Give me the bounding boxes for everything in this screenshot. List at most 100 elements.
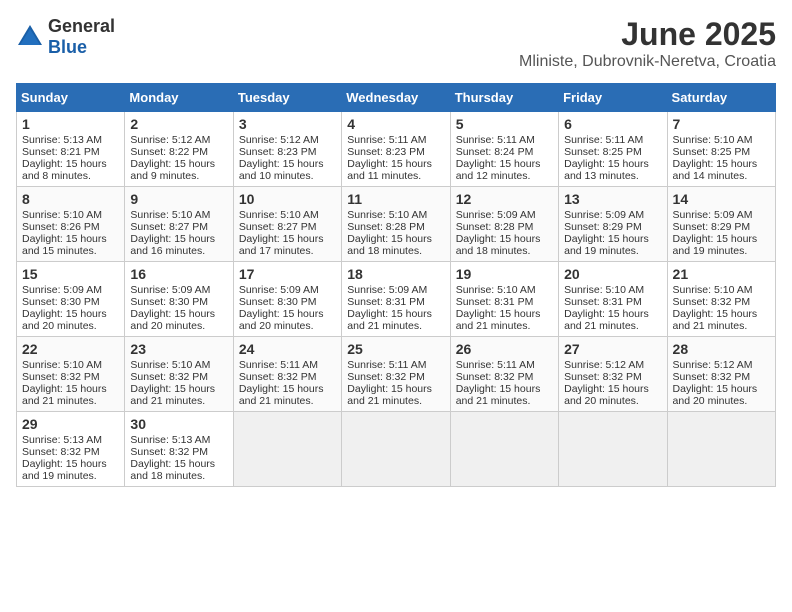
calendar-cell: 1Sunrise: 5:13 AMSunset: 8:21 PMDaylight… xyxy=(17,112,125,187)
day-number: 21 xyxy=(673,266,770,282)
daylight-text: Daylight: 15 hours and 13 minutes. xyxy=(564,158,649,182)
daylight-text: Daylight: 15 hours and 21 minutes. xyxy=(673,308,758,332)
daylight-text: Daylight: 15 hours and 21 minutes. xyxy=(347,308,432,332)
header: General Blue June 2025 Mliniste, Dubrovn… xyxy=(16,16,776,71)
sunrise-text: Sunrise: 5:10 AM xyxy=(22,359,102,371)
calendar-cell: 24Sunrise: 5:11 AMSunset: 8:32 PMDayligh… xyxy=(233,337,341,412)
daylight-text: Daylight: 15 hours and 21 minutes. xyxy=(564,308,649,332)
day-number: 14 xyxy=(673,191,770,207)
day-number: 29 xyxy=(22,416,119,432)
sunset-text: Sunset: 8:32 PM xyxy=(22,371,100,383)
sunset-text: Sunset: 8:29 PM xyxy=(673,221,751,233)
sunset-text: Sunset: 8:32 PM xyxy=(130,446,208,458)
daylight-text: Daylight: 15 hours and 15 minutes. xyxy=(22,233,107,257)
calendar-cell xyxy=(450,412,558,487)
sunset-text: Sunset: 8:22 PM xyxy=(130,146,208,158)
daylight-text: Daylight: 15 hours and 18 minutes. xyxy=(456,233,541,257)
header-cell-monday: Monday xyxy=(125,84,233,112)
day-number: 18 xyxy=(347,266,444,282)
daylight-text: Daylight: 15 hours and 21 minutes. xyxy=(456,308,541,332)
sunset-text: Sunset: 8:32 PM xyxy=(22,446,100,458)
day-number: 1 xyxy=(22,116,119,132)
day-number: 6 xyxy=(564,116,661,132)
sunset-text: Sunset: 8:32 PM xyxy=(564,371,642,383)
sunrise-text: Sunrise: 5:10 AM xyxy=(22,209,102,221)
day-number: 25 xyxy=(347,341,444,357)
day-number: 19 xyxy=(456,266,553,282)
header-row: SundayMondayTuesdayWednesdayThursdayFrid… xyxy=(17,84,776,112)
header-cell-sunday: Sunday xyxy=(17,84,125,112)
daylight-text: Daylight: 15 hours and 19 minutes. xyxy=(22,458,107,482)
calendar-cell: 12 Sunrise: 5:09 AMSunset: 8:28 PMDayligh… xyxy=(450,187,558,262)
sunset-text: Sunset: 8:26 PM xyxy=(22,221,100,233)
calendar-cell: 23Sunrise: 5:10 AMSunset: 8:32 PMDayligh… xyxy=(125,337,233,412)
logo-blue-text: Blue xyxy=(48,37,115,58)
sunrise-text: Sunrise: 5:09 AM xyxy=(22,284,102,296)
sunrise-text: Sunrise: 5:10 AM xyxy=(130,359,210,371)
sunrise-text: Sunrise: 5:09 AM xyxy=(347,284,427,296)
calendar-cell: 14 Sunrise: 5:09 AMSunset: 8:29 PMDayligh… xyxy=(667,187,775,262)
calendar-cell xyxy=(559,412,667,487)
sunset-text: Sunset: 8:23 PM xyxy=(239,146,317,158)
daylight-text: Daylight: 15 hours and 17 minutes. xyxy=(239,233,324,257)
daylight-text: Daylight: 15 hours and 19 minutes. xyxy=(673,233,758,257)
sunrise-text: Sunrise: 5:10 AM xyxy=(564,284,644,296)
calendar-cell: 16Sunrise: 5:09 AMSunset: 8:30 PMDayligh… xyxy=(125,262,233,337)
daylight-text: Daylight: 15 hours and 20 minutes. xyxy=(130,308,215,332)
sunset-text: Sunset: 8:32 PM xyxy=(456,371,534,383)
calendar-cell: 30Sunrise: 5:13 AMSunset: 8:32 PMDayligh… xyxy=(125,412,233,487)
daylight-text: Daylight: 15 hours and 19 minutes. xyxy=(564,233,649,257)
sunrise-text: Sunrise: 5:11 AM xyxy=(347,359,426,371)
daylight-text: Daylight: 15 hours and 14 minutes. xyxy=(673,158,758,182)
day-number: 11 xyxy=(347,191,444,207)
sunset-text: Sunset: 8:30 PM xyxy=(22,296,100,308)
sunset-text: Sunset: 8:25 PM xyxy=(673,146,751,158)
logo-text: General Blue xyxy=(48,16,115,58)
sunrise-text: Sunrise: 5:11 AM xyxy=(456,359,535,371)
calendar-cell: 29Sunrise: 5:13 AMSunset: 8:32 PMDayligh… xyxy=(17,412,125,487)
sunrise-text: Sunrise: 5:10 AM xyxy=(130,209,210,221)
daylight-text: Daylight: 15 hours and 20 minutes. xyxy=(673,383,758,407)
day-number: 23 xyxy=(130,341,227,357)
calendar-cell: 6Sunrise: 5:11 AMSunset: 8:25 PMDaylight… xyxy=(559,112,667,187)
header-cell-thursday: Thursday xyxy=(450,84,558,112)
sunrise-text: Sunrise: 5:11 AM xyxy=(564,134,643,146)
sunrise-text: Sunrise: 5:10 AM xyxy=(673,284,753,296)
day-number: 5 xyxy=(456,116,553,132)
header-cell-tuesday: Tuesday xyxy=(233,84,341,112)
calendar-cell: 22Sunrise: 5:10 AMSunset: 8:32 PMDayligh… xyxy=(17,337,125,412)
calendar-week-1: 8Sunrise: 5:10 AMSunset: 8:26 PMDaylight… xyxy=(17,187,776,262)
calendar-cell: 9Sunrise: 5:10 AMSunset: 8:27 PMDaylight… xyxy=(125,187,233,262)
sunset-text: Sunset: 8:21 PM xyxy=(22,146,100,158)
sunrise-text: Sunrise: 5:09 AM xyxy=(673,209,753,221)
calendar-cell: 11Sunrise: 5:10 AMSunset: 8:28 PMDayligh… xyxy=(342,187,450,262)
sunset-text: Sunset: 8:31 PM xyxy=(347,296,425,308)
daylight-text: Daylight: 15 hours and 21 minutes. xyxy=(456,383,541,407)
calendar-cell: 15Sunrise: 5:09 AMSunset: 8:30 PMDayligh… xyxy=(17,262,125,337)
calendar-cell: 10Sunrise: 5:10 AMSunset: 8:27 PMDayligh… xyxy=(233,187,341,262)
sunrise-text: Sunrise: 5:13 AM xyxy=(130,434,210,446)
calendar-cell: 3Sunrise: 5:12 AMSunset: 8:23 PMDaylight… xyxy=(233,112,341,187)
sunrise-text: Sunrise: 5:09 AM xyxy=(456,209,536,221)
sunset-text: Sunset: 8:30 PM xyxy=(239,296,317,308)
sunrise-text: Sunrise: 5:09 AM xyxy=(239,284,319,296)
day-number: 9 xyxy=(130,191,227,207)
page-title: June 2025 xyxy=(519,16,776,53)
sunrise-text: Sunrise: 5:12 AM xyxy=(673,359,753,371)
header-cell-friday: Friday xyxy=(559,84,667,112)
sunrise-text: Sunrise: 5:12 AM xyxy=(130,134,210,146)
sunset-text: Sunset: 8:32 PM xyxy=(347,371,425,383)
sunrise-text: Sunrise: 5:10 AM xyxy=(673,134,753,146)
sunset-text: Sunset: 8:27 PM xyxy=(130,221,208,233)
day-number: 7 xyxy=(673,116,770,132)
sunset-text: Sunset: 8:28 PM xyxy=(456,221,534,233)
sunrise-text: Sunrise: 5:10 AM xyxy=(347,209,427,221)
header-cell-saturday: Saturday xyxy=(667,84,775,112)
sunset-text: Sunset: 8:30 PM xyxy=(130,296,208,308)
calendar-cell: 18 Sunrise: 5:09 AMSunset: 8:31 PMDayligh… xyxy=(342,262,450,337)
daylight-text: Daylight: 15 hours and 20 minutes. xyxy=(564,383,649,407)
logo: General Blue xyxy=(16,16,115,58)
day-number: 3 xyxy=(239,116,336,132)
logo-icon xyxy=(16,23,44,51)
day-number: 12 xyxy=(456,191,553,207)
